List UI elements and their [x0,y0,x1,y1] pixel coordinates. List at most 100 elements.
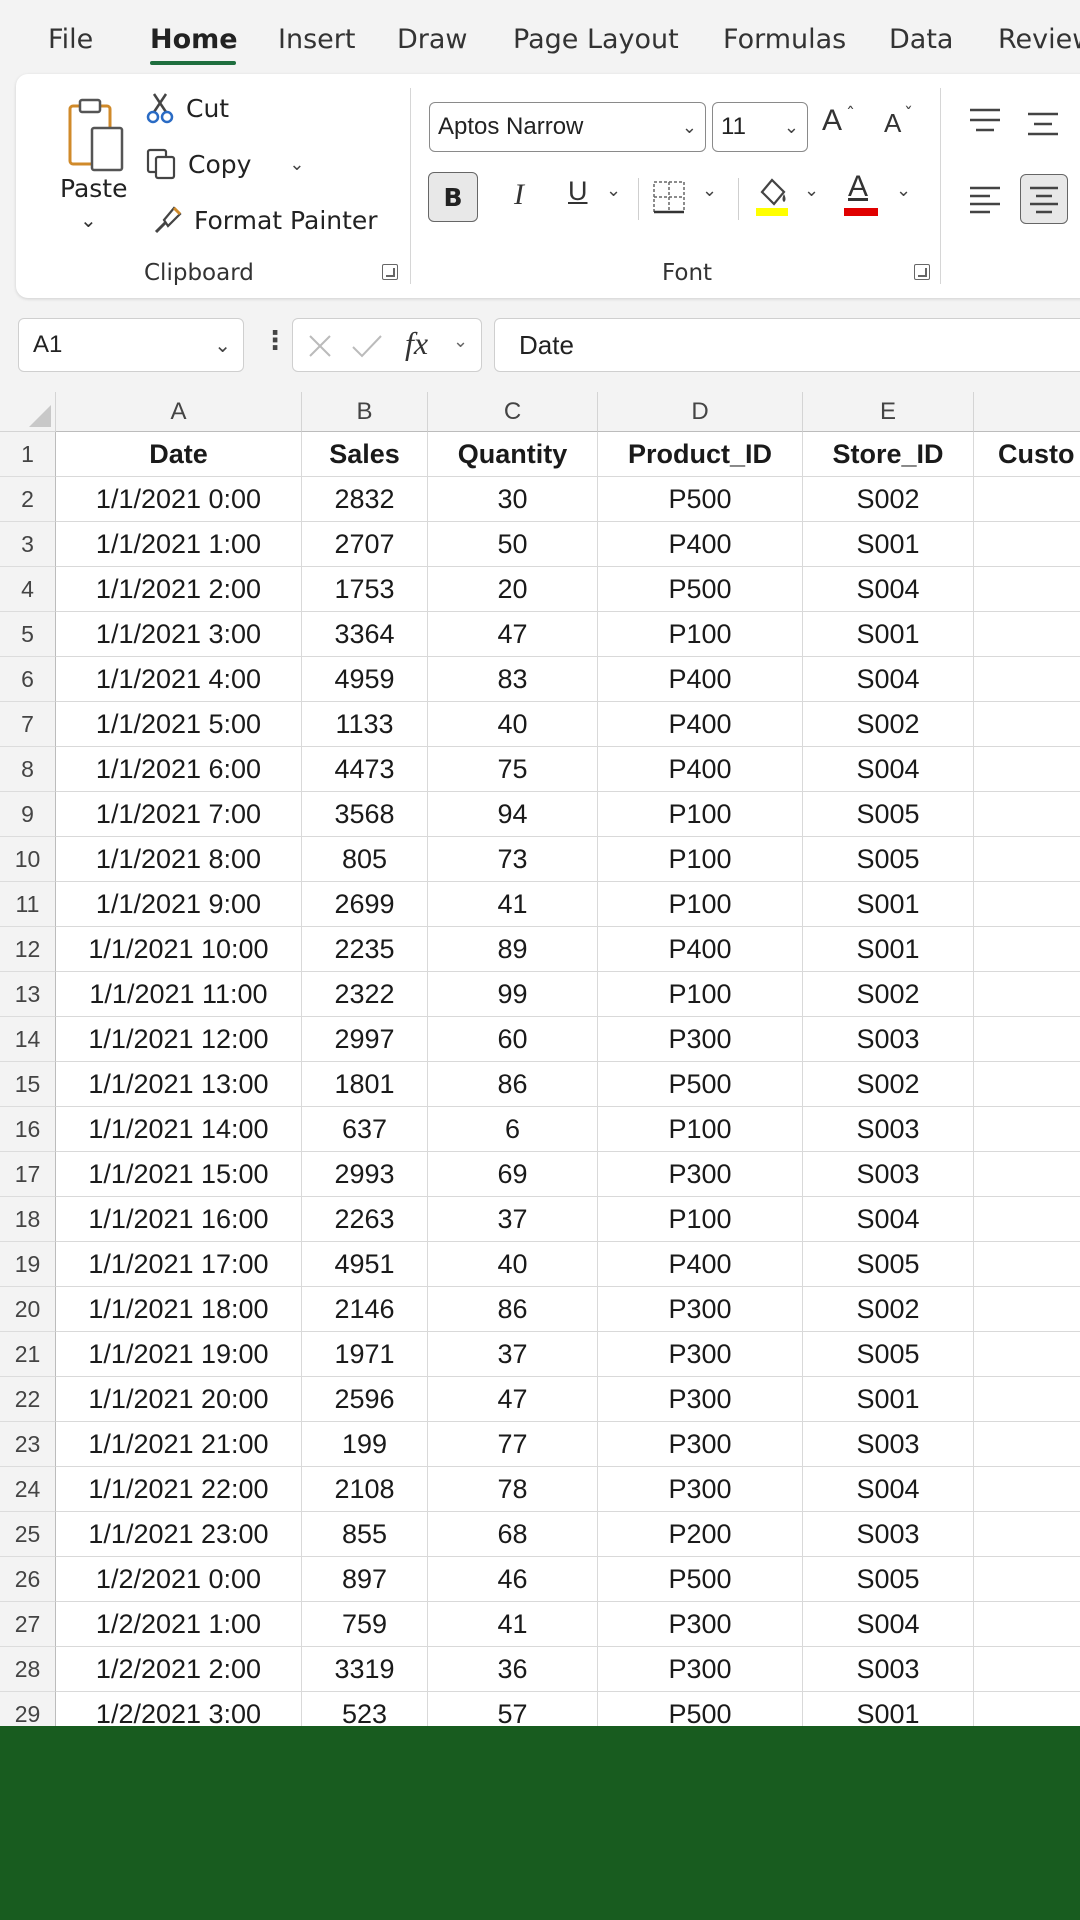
column-header-b[interactable]: B [302,392,428,432]
row-header[interactable]: 3 [0,522,56,567]
table-cell[interactable]: 199 [302,1422,428,1467]
table-cell[interactable]: S005 [803,1557,974,1602]
table-cell[interactable]: 3319 [302,1647,428,1692]
table-cell[interactable]: S003 [803,1017,974,1062]
empty-cell[interactable] [974,1692,1080,1726]
table-cell[interactable]: 47 [428,1377,598,1422]
table-cell[interactable]: S005 [803,837,974,882]
table-cell[interactable]: S002 [803,702,974,747]
table-cell[interactable]: P100 [598,1107,803,1152]
table-cell[interactable]: P400 [598,522,803,567]
column-header-e[interactable]: E [803,392,974,432]
table-cell[interactable]: 83 [428,657,598,702]
table-cell[interactable]: 1/1/2021 10:00 [56,927,302,972]
table-cell[interactable]: 40 [428,1242,598,1287]
table-cell[interactable]: S005 [803,792,974,837]
table-cell[interactable]: S002 [803,972,974,1017]
table-cell[interactable]: S003 [803,1152,974,1197]
column-header-c[interactable]: C [428,392,598,432]
table-cell[interactable]: P300 [598,1287,803,1332]
table-cell[interactable]: 60 [428,1017,598,1062]
table-cell[interactable]: 1801 [302,1062,428,1107]
tab-file[interactable]: File [48,24,93,55]
table-cell[interactable]: 1/1/2021 9:00 [56,882,302,927]
table-cell[interactable]: 1/1/2021 4:00 [56,657,302,702]
row-header[interactable]: 24 [0,1467,56,1512]
table-cell[interactable]: 2322 [302,972,428,1017]
row-header[interactable]: 20 [0,1287,56,1332]
empty-cell[interactable] [974,567,1080,612]
formula-input[interactable]: Date [494,318,1080,372]
table-cell[interactable]: 855 [302,1512,428,1557]
table-cell[interactable]: 6 [428,1107,598,1152]
empty-cell[interactable] [974,1422,1080,1467]
align-left-icon[interactable] [968,184,1002,214]
underline-dropdown-chevron-icon[interactable]: ⌄ [606,180,621,201]
table-cell[interactable]: 4473 [302,747,428,792]
row-header[interactable]: 17 [0,1152,56,1197]
row-header[interactable]: 7 [0,702,56,747]
empty-cell[interactable] [974,1152,1080,1197]
row-header[interactable]: 12 [0,927,56,972]
row-header[interactable]: 4 [0,567,56,612]
table-cell[interactable]: 1/2/2021 0:00 [56,1557,302,1602]
table-cell[interactable]: 1/1/2021 13:00 [56,1062,302,1107]
table-cell[interactable]: P300 [598,1152,803,1197]
empty-cell[interactable] [974,1107,1080,1152]
table-cell[interactable]: 40 [428,702,598,747]
table-cell[interactable]: 2997 [302,1017,428,1062]
fill-color-icon[interactable] [754,174,790,218]
borders-icon[interactable] [652,180,686,214]
empty-cell[interactable] [974,747,1080,792]
empty-cell[interactable] [974,1062,1080,1107]
table-cell[interactable]: 1/2/2021 3:00 [56,1692,302,1726]
table-cell[interactable]: 47 [428,612,598,657]
fill-color-dropdown-chevron-icon[interactable]: ⌄ [804,180,819,201]
empty-cell[interactable] [974,1017,1080,1062]
table-cell[interactable]: P300 [598,1422,803,1467]
row-header[interactable]: 23 [0,1422,56,1467]
table-cell[interactable]: P300 [598,1467,803,1512]
table-cell[interactable]: P300 [598,1647,803,1692]
table-cell[interactable]: 1/1/2021 6:00 [56,747,302,792]
empty-cell[interactable] [974,657,1080,702]
table-cell[interactable]: P100 [598,612,803,657]
font-name-select[interactable]: Aptos Narrow ⌄ [429,102,706,152]
table-cell[interactable]: 2263 [302,1197,428,1242]
name-box[interactable]: A1 ⌄ [18,318,244,372]
table-cell[interactable]: 1/1/2021 20:00 [56,1377,302,1422]
column-header-d[interactable]: D [598,392,803,432]
table-cell[interactable]: P400 [598,927,803,972]
row-header[interactable]: 1 [0,432,56,477]
table-cell[interactable]: 1/1/2021 19:00 [56,1332,302,1377]
empty-cell[interactable] [974,1242,1080,1287]
table-cell[interactable]: 2235 [302,927,428,972]
table-cell[interactable]: P100 [598,882,803,927]
table-cell[interactable]: 2707 [302,522,428,567]
table-cell[interactable]: S001 [803,1377,974,1422]
table-cell[interactable]: P100 [598,1197,803,1242]
table-cell[interactable]: S002 [803,477,974,522]
empty-cell[interactable] [974,1512,1080,1557]
row-header[interactable]: 27 [0,1602,56,1647]
table-cell[interactable]: S002 [803,1287,974,1332]
table-cell[interactable]: 2108 [302,1467,428,1512]
table-cell[interactable]: P100 [598,972,803,1017]
empty-cell[interactable] [974,1377,1080,1422]
row-header[interactable]: 2 [0,477,56,522]
row-header[interactable]: 25 [0,1512,56,1557]
row-header[interactable]: 13 [0,972,56,1017]
row-header[interactable]: 11 [0,882,56,927]
table-cell[interactable]: 41 [428,1602,598,1647]
table-cell[interactable]: 1/1/2021 8:00 [56,837,302,882]
align-center-button[interactable] [1020,174,1068,224]
table-cell[interactable]: 3364 [302,612,428,657]
empty-cell[interactable] [974,1647,1080,1692]
more-options-icon[interactable]: ⋮ [262,326,288,356]
row-header[interactable]: 6 [0,657,56,702]
table-cell[interactable]: 36 [428,1647,598,1692]
table-cell[interactable]: S004 [803,1467,974,1512]
row-header[interactable]: 29 [0,1692,56,1726]
table-cell[interactable]: 99 [428,972,598,1017]
table-cell[interactable]: 1/1/2021 7:00 [56,792,302,837]
